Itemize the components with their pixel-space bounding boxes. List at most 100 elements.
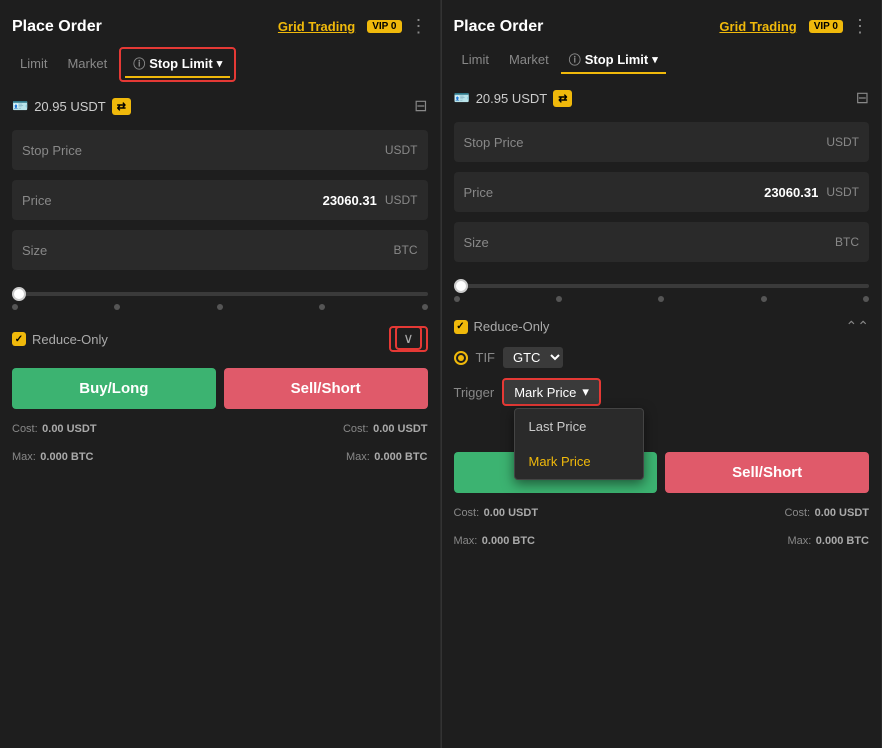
right-trigger-last-price[interactable]: Last Price (515, 409, 643, 444)
left-max-label2: Max: (346, 451, 370, 463)
left-more-icon[interactable]: ⋮ (410, 16, 428, 37)
left-size-right: BTC (394, 243, 418, 257)
left-size-row[interactable]: Size BTC (12, 230, 428, 270)
left-price-row[interactable]: Price 23060.31 USDT (12, 180, 428, 220)
right-max-label2: Max: (788, 535, 812, 547)
right-reduce-only[interactable]: ✓ Reduce-Only (454, 319, 550, 334)
right-balance-left: 🪪 20.95 USDT ⇄ (454, 90, 573, 107)
left-balance-row: 🪪 20.95 USDT ⇄ ⊟ (12, 92, 428, 120)
right-slider-thumb[interactable] (454, 279, 468, 293)
right-max-label: Max: (454, 535, 478, 547)
right-grid-trading[interactable]: Grid Trading (719, 19, 796, 34)
left-slider-thumb[interactable] (12, 287, 26, 301)
left-max-val2: 0.000 BTC (374, 451, 427, 463)
right-size-unit: BTC (835, 235, 859, 249)
right-tab-limit[interactable]: Limit (454, 48, 497, 73)
left-tab-market[interactable]: Market (59, 52, 115, 77)
left-cost-val2: 0.00 USDT (373, 423, 427, 435)
left-reduce-only[interactable]: ✓ Reduce-Only (12, 332, 108, 347)
right-trigger-mark-price[interactable]: Mark Price (515, 444, 643, 479)
right-calc-icon[interactable]: ⊟ (856, 88, 869, 108)
right-header-right: Grid Trading VIP 0 ⋮ (719, 16, 869, 37)
right-tif-row: TIF GTC IOC FOK (454, 347, 870, 368)
right-slider-dots (454, 296, 870, 302)
right-transfer-btn[interactable]: ⇄ (553, 90, 572, 107)
right-size-right: BTC (835, 235, 859, 249)
left-grid-trading[interactable]: Grid Trading (278, 19, 355, 34)
left-options-row: ✓ Reduce-Only ∨ (12, 324, 428, 354)
right-reduce-only-label: Reduce-Only (474, 319, 550, 334)
right-dot-4 (761, 296, 767, 302)
right-stop-price-row[interactable]: Stop Price USDT (454, 122, 870, 162)
left-sell-button[interactable]: Sell/Short (224, 368, 428, 409)
right-max-val2: 0.000 BTC (816, 535, 869, 547)
left-stop-limit-label: Stop Limit (149, 56, 213, 71)
left-price-label: Price (22, 193, 52, 208)
right-sell-button[interactable]: Sell/Short (665, 452, 869, 493)
left-stop-price-unit: USDT (385, 143, 418, 157)
right-card-icon: 🪪 (454, 90, 470, 106)
right-stop-price-right: USDT (826, 135, 859, 149)
left-calc-icon[interactable]: ⊟ (414, 96, 427, 116)
left-cost-sell: Cost: 0.00 USDT (343, 419, 428, 437)
right-trigger-select[interactable]: Mark Price ▾ (502, 378, 601, 406)
left-transfer-btn[interactable]: ⇄ (112, 98, 131, 115)
left-button-row: Buy/Long Sell/Short (12, 368, 428, 409)
right-more-icon[interactable]: ⋮ (851, 16, 869, 37)
left-dot-2 (114, 304, 120, 310)
left-price-right: 23060.31 USDT (323, 193, 418, 208)
right-balance-val: 20.95 USDT (476, 91, 548, 106)
right-tif-label: TIF (476, 350, 496, 365)
left-slider-dots (12, 304, 428, 310)
left-cost-label2: Cost: (343, 423, 369, 435)
right-checkbox-check: ✓ (456, 321, 464, 332)
right-balance-row: 🪪 20.95 USDT ⇄ ⊟ (454, 84, 870, 112)
left-expand-btn[interactable]: ∨ (395, 326, 421, 350)
left-info-icon: ⓘ (133, 55, 145, 72)
right-cost-row: Cost: 0.00 USDT Cost: 0.00 USDT (454, 503, 870, 521)
right-price-label: Price (464, 185, 494, 200)
right-stop-price-unit: USDT (826, 135, 859, 149)
right-tab-market[interactable]: Market (501, 48, 557, 73)
right-dot-5 (863, 296, 869, 302)
left-max-val: 0.000 BTC (40, 451, 93, 463)
left-max-label: Max: (12, 451, 36, 463)
right-size-row[interactable]: Size BTC (454, 222, 870, 262)
right-header: Place Order Grid Trading VIP 0 ⋮ (454, 16, 870, 37)
right-title: Place Order (454, 18, 544, 36)
left-cost-label: Cost: (12, 423, 38, 435)
left-expand-highlight: ∨ (389, 326, 427, 352)
right-price-value: 23060.31 (764, 185, 818, 200)
right-max-sell: Max: 0.000 BTC (788, 531, 870, 549)
left-max-buy: Max: 0.000 BTC (12, 447, 94, 465)
left-reduce-only-checkbox[interactable]: ✓ (12, 332, 26, 346)
right-tab-stop-limit[interactable]: ⓘ Stop Limit ▾ (561, 47, 666, 74)
left-tab-limit[interactable]: Limit (12, 52, 55, 77)
left-stop-price-row[interactable]: Stop Price USDT (12, 130, 428, 170)
right-panel: Place Order Grid Trading VIP 0 ⋮ Limit M… (442, 0, 882, 748)
right-radio-inner (458, 355, 464, 361)
right-reduce-only-checkbox[interactable]: ✓ (454, 320, 468, 334)
right-radio-btn[interactable] (454, 351, 468, 365)
left-cost-row: Cost: 0.00 USDT Cost: 0.00 USDT (12, 419, 428, 437)
right-slider-track[interactable] (454, 284, 870, 288)
right-cost-label: Cost: (454, 507, 480, 519)
left-stop-limit-highlight: ⓘ Stop Limit ▾ (119, 47, 236, 82)
left-stop-price-label: Stop Price (22, 143, 82, 158)
right-dropdown-arrow[interactable]: ▾ (652, 53, 658, 66)
right-trigger-arrow: ▾ (582, 384, 589, 400)
right-price-row[interactable]: Price 23060.31 USDT (454, 172, 870, 212)
right-tif-select[interactable]: GTC IOC FOK (503, 347, 563, 368)
right-trigger-label: Trigger (454, 385, 495, 400)
right-max-buy: Max: 0.000 BTC (454, 531, 536, 549)
left-title: Place Order (12, 18, 102, 36)
left-tab-stop-limit[interactable]: ⓘ Stop Limit ▾ (125, 51, 230, 78)
left-dropdown-arrow[interactable]: ▾ (217, 57, 223, 70)
right-max-val: 0.000 BTC (482, 535, 535, 547)
left-buy-button[interactable]: Buy/Long (12, 368, 216, 409)
right-cost-val2: 0.00 USDT (815, 507, 869, 519)
left-slider-track[interactable] (12, 292, 428, 296)
left-balance-left: 🪪 20.95 USDT ⇄ (12, 98, 131, 115)
right-collapse-btn[interactable]: ⌃⌃ (846, 318, 869, 335)
right-dot-1 (454, 296, 460, 302)
